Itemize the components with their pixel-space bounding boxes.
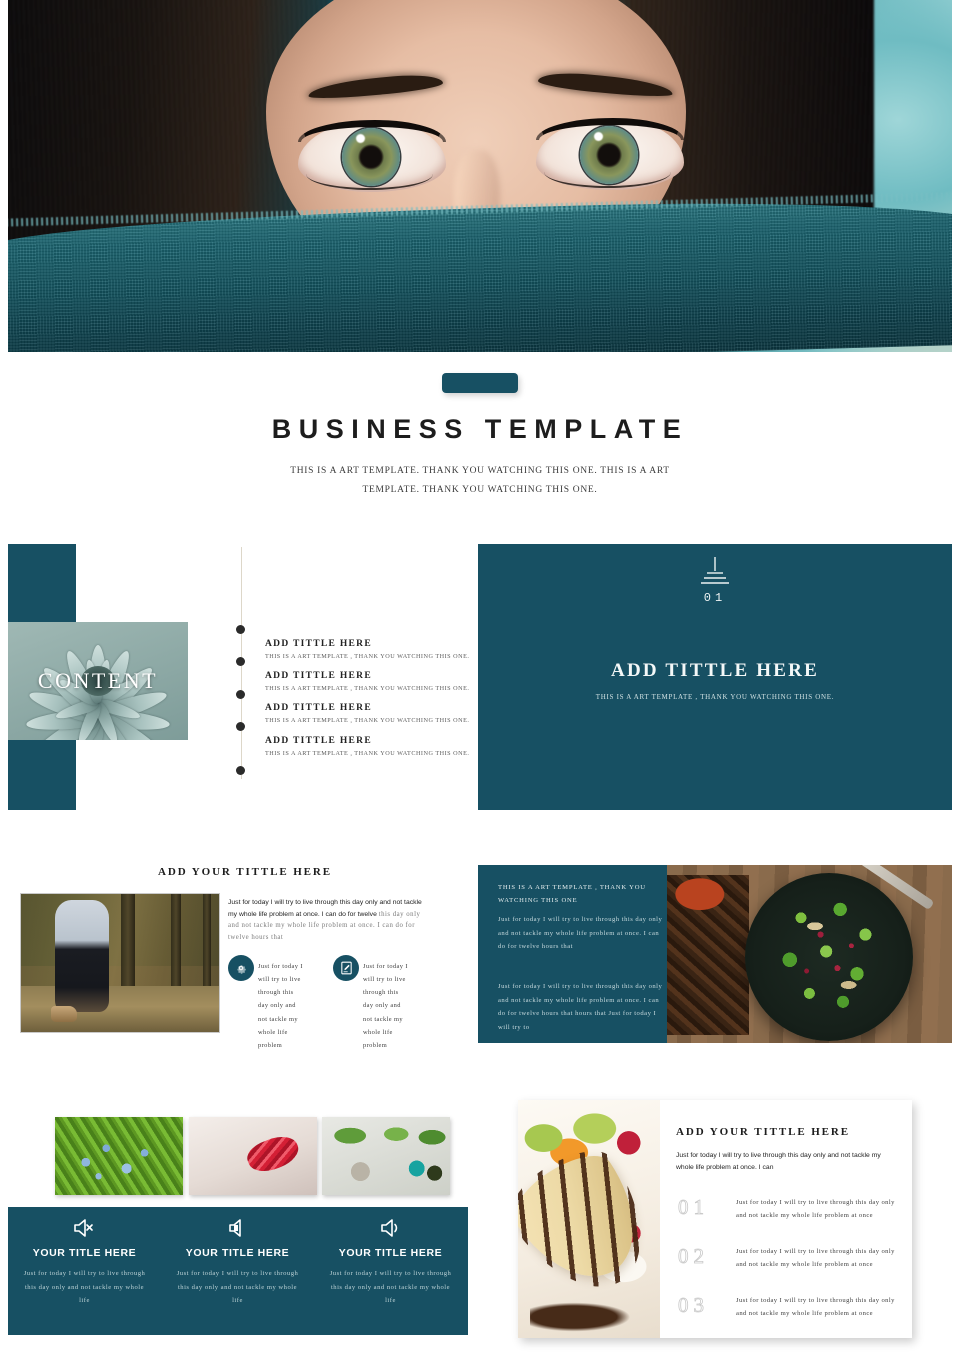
feature-section-title: ADD YOUR TITTLE HERE [158,866,333,878]
list-row-text: Just for today I will try to live throug… [736,1248,895,1268]
feature-icon-badge [333,955,359,981]
timeline-item[interactable]: ADD TITTLE HERE THIS IS A ART TEMPLATE ,… [265,703,485,724]
content-photo: CONTENT [8,622,188,740]
accent-tab [442,373,518,393]
panel-title: ADD TITTLE HERE [611,660,819,681]
timeline-item-desc: THIS IS A ART TEMPLATE , THANK YOU WATCH… [265,717,470,724]
card-title: YOUR TITLE HERE [338,1247,443,1259]
volume-low-icon [228,1219,241,1237]
page-subtitle: THIS IS A ART TEMPLATE. THANK YOU WATCHI… [290,466,670,496]
timeline-dot [236,625,245,634]
timeline-item-title: ADD TITTLE HERE [265,736,372,746]
panel-subtitle: THIS IS A ART TEMPLATE , THANK YOU WATCH… [595,693,835,701]
content-photo-label: CONTENT [37,668,159,693]
list-card: ADD YOUR TITTLE HERE Just for today I wi… [518,1100,912,1338]
timeline-item-desc: THIS IS A ART TEMPLATE , THANK YOU WATCH… [265,685,470,692]
card-desc: Just for today I will try to live throug… [23,1270,146,1305]
lamp-icon [701,557,729,584]
timeline-item[interactable]: ADD TITTLE HERE THIS IS A ART TEMPLATE ,… [265,736,485,757]
list-row-number: 03 [678,1293,709,1318]
feature-item-text: Just for today I will try to live throug… [258,963,303,1049]
card-3[interactable]: YOUR TITLE HERE Just for today I will tr… [314,1207,467,1335]
volume-medium-icon [380,1219,397,1237]
timeline-item-title: ADD TITTLE HERE [265,639,372,649]
timeline-dot [236,690,245,699]
timeline-item-desc: THIS IS A ART TEMPLATE , THANK YOU WATCH… [265,653,470,660]
content-panel: 01 ADD TITTLE HERE THIS IS A ART TEMPLAT… [478,544,952,810]
feature-photo [20,893,220,1033]
hero-image [8,0,952,352]
timeline-dot [236,657,245,666]
timeline-item-title: ADD TITTLE HERE [265,671,372,681]
timeline-item-desc: THIS IS A ART TEMPLATE , THANK YOU WATCH… [265,750,470,757]
list-row-text: Just for today I will try to live throug… [736,1199,895,1219]
feature-panel-paragraph-1: Just for today I will try to live throug… [498,916,663,951]
timeline-item[interactable]: ADD TITTLE HERE THIS IS A ART TEMPLATE ,… [265,671,485,692]
eye-right [536,118,684,190]
thumbnail-berries [55,1117,183,1195]
panel-number: 01 [703,591,727,605]
card-desc: Just for today I will try to live throug… [329,1270,452,1305]
dessert-photo [518,1100,660,1338]
feature-icon-badge [228,955,254,981]
feature-item-text: Just for today I will try to live throug… [363,963,408,1049]
feature-panel-paragraph-2: Just for today I will try to live throug… [498,983,663,1031]
list-row-number: 01 [678,1195,709,1220]
portrait-photo [8,0,952,352]
list-lead: Just for today I will try to live throug… [676,1152,881,1171]
forest-illustration [21,894,219,1032]
timeline-dot [236,766,245,775]
timeline-item-title: ADD TITTLE HERE [265,703,372,713]
card-title: YOUR TITLE HERE [185,1247,290,1259]
knit-scarf [8,193,952,352]
food-photo [667,865,952,1043]
list-row-text: Just for today I will try to live throug… [736,1297,895,1317]
list-title: ADD YOUR TITTLE HERE [676,1126,851,1138]
list-row-number: 02 [678,1244,709,1269]
feature-teal-panel: THIS IS A ART TEMPLATE , THANK YOU WATCH… [478,865,678,1043]
gear-icon [237,965,246,974]
card-title: YOUR TITLE HERE [32,1247,137,1259]
document-edit-icon [340,961,352,975]
page-title: BUSINESS TEMPLATE [271,414,689,444]
card-2[interactable]: YOUR TITLE HERE Just for today I will tr… [161,1207,314,1335]
eye-left [298,120,446,192]
thumbnail-plants [322,1117,450,1195]
feature-lead-text: Just for today I will try to live throug… [228,897,428,944]
feature-panel-heading: THIS IS A ART TEMPLATE , THANK YOU WATCH… [498,884,646,904]
volume-mute-icon [73,1219,93,1237]
card-desc: Just for today I will try to live throug… [176,1270,299,1305]
timeline-dot [236,722,245,731]
card-1[interactable]: YOUR TITLE HERE Just for today I will tr… [8,1207,161,1335]
thumbnail-lips [189,1117,317,1195]
cards-bar: YOUR TITLE HERE Just for today I will tr… [8,1207,468,1335]
timeline-item[interactable]: ADD TITTLE HERE THIS IS A ART TEMPLATE ,… [265,639,485,660]
